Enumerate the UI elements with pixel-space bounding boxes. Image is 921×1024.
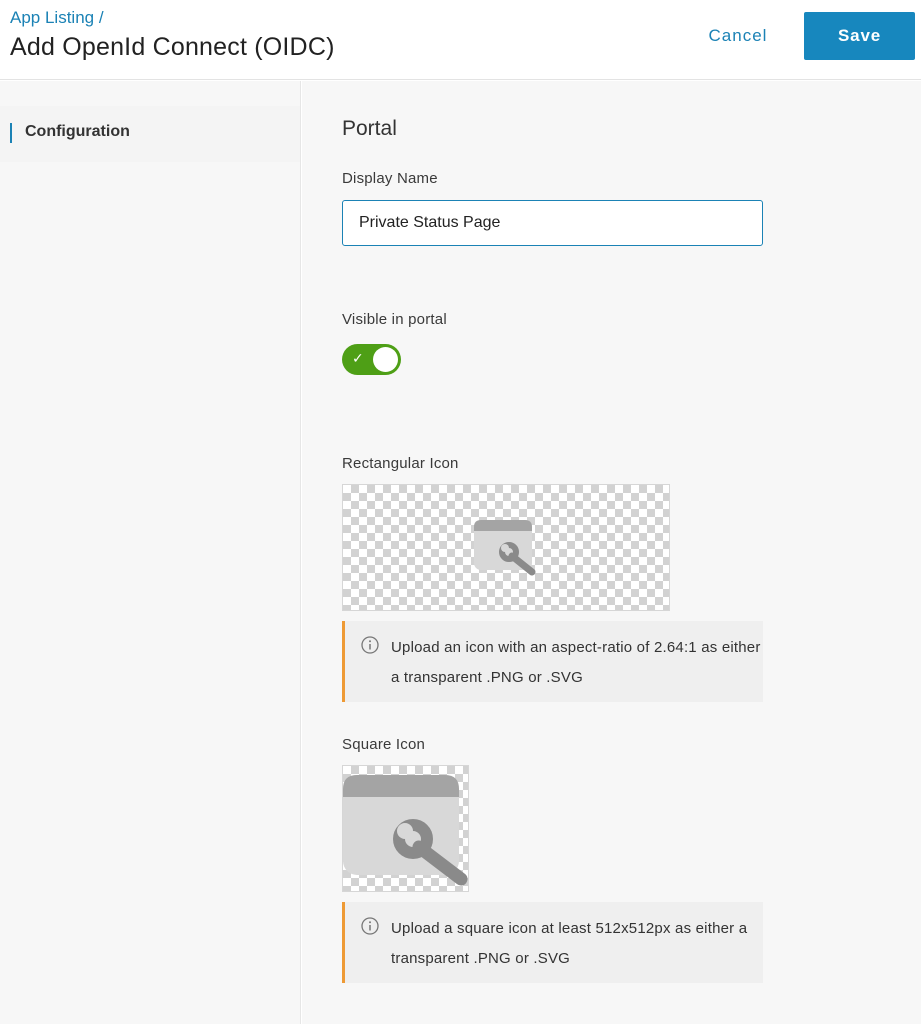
rectangular-icon-upload[interactable] — [342, 484, 670, 611]
save-button[interactable]: Save — [804, 12, 915, 60]
app-placeholder-wrench-icon — [474, 520, 536, 576]
app-placeholder-wrench-icon — [343, 775, 468, 886]
sidebar-item-configuration[interactable]: Configuration — [0, 106, 300, 162]
info-icon — [361, 917, 379, 935]
visible-in-portal-toggle[interactable]: ✓ — [342, 344, 401, 375]
info-icon — [361, 636, 379, 654]
visible-in-portal-label: Visible in portal — [342, 311, 447, 328]
toggle-knob — [373, 347, 398, 372]
square-icon-label: Square Icon — [342, 736, 426, 753]
check-icon: ✓ — [352, 350, 364, 366]
rectangular-icon-label: Rectangular Icon — [342, 455, 459, 472]
section-title: Portal — [342, 117, 397, 140]
square-icon-upload[interactable] — [342, 765, 469, 892]
active-indicator — [10, 123, 12, 143]
main-content: Portal Display Name Visible in portal ✓ … — [302, 81, 921, 1024]
sidebar: Configuration — [0, 81, 301, 1024]
display-name-label: Display Name — [342, 170, 438, 187]
square-icon-note-text: Upload a square icon at least 512x512px … — [391, 920, 748, 967]
rectangular-icon-note: Upload an icon with an aspect-ratio of 2… — [342, 621, 763, 702]
square-icon-note: Upload a square icon at least 512x512px … — [342, 902, 763, 983]
page-title: Add OpenId Connect (OIDC) — [10, 33, 335, 61]
cancel-button[interactable]: Cancel — [692, 14, 784, 58]
page-header: App Listing / Add OpenId Connect (OIDC) … — [0, 0, 921, 80]
display-name-input[interactable] — [342, 200, 763, 246]
sidebar-item-label: Configuration — [25, 123, 130, 140]
rectangular-icon-note-text: Upload an icon with an aspect-ratio of 2… — [391, 639, 761, 686]
breadcrumb-app-listing[interactable]: App Listing / — [10, 8, 104, 28]
